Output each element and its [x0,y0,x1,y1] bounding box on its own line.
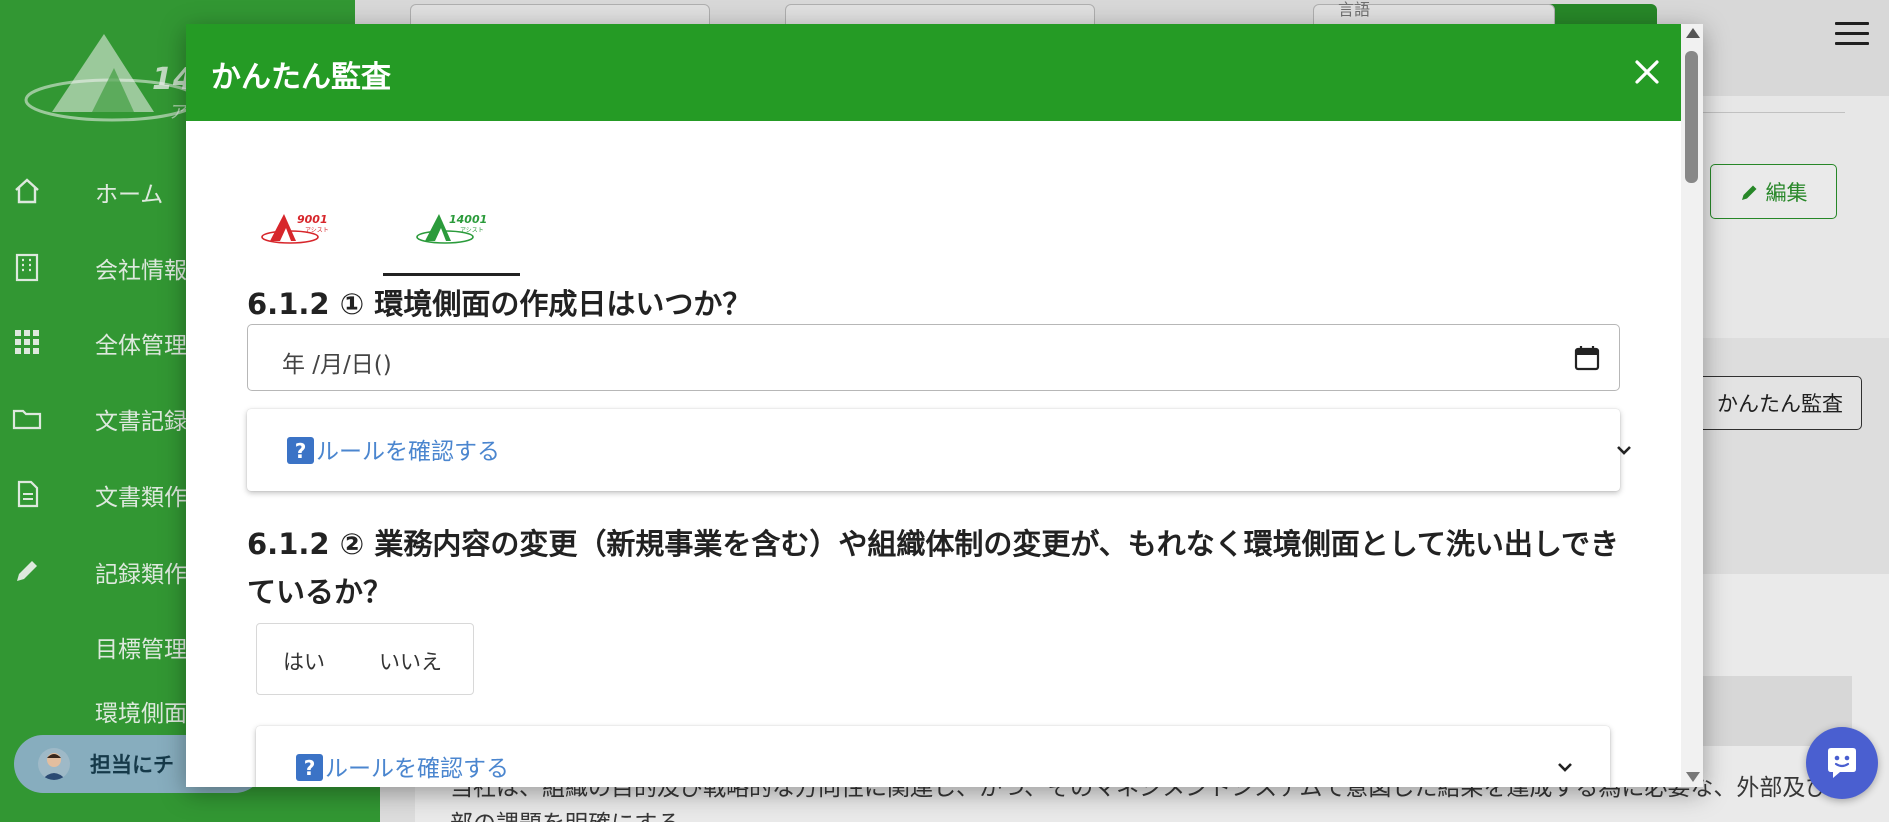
svg-text:アシスト: アシスト [305,227,329,234]
question-title: 6.1.2 ② 業務内容の変更（新規事業を含む）や組織体制の変更が、もれなく環境… [247,527,1619,609]
svg-text:アシスト: アシスト [460,227,484,234]
date-placeholder: 年 /月/日() [282,352,392,378]
yes-no-toggle: はい いいえ [256,623,474,695]
iso14001-logo-icon: 14001 アシスト [416,213,487,244]
svg-text:14001: 14001 [449,213,487,226]
calendar-icon[interactable] [1574,345,1600,371]
date-field[interactable]: 年 /月/日() [247,324,1620,391]
chevron-down-icon [1617,446,1631,455]
question-title: 6.1.2 ① 環境側面の作成日はいつか？ [247,287,752,321]
modal-header: かんたん監査 [186,24,1681,121]
rule-accordion[interactable]: ? ルールを確認する [247,409,1631,491]
scroll-down-arrow-icon[interactable] [1686,772,1700,782]
chevron-down-icon [1558,763,1572,772]
iso9001-logo-icon: 9001 アシスト [261,213,329,244]
modal-scrollbar[interactable] [1681,24,1703,787]
modal-title: かんたん監査 [211,60,391,95]
scroll-thumb[interactable] [1685,51,1698,183]
help-icon: ? [296,754,323,781]
easy-audit-modal: かんたん監査 9001 アシスト 14001 アシスト 6.1.2 ① 環境側面… [186,24,1703,787]
rule-accordion-label: ルールを確認する [316,439,500,465]
chatbot-button[interactable] [1806,727,1878,799]
svg-text:9001: 9001 [297,213,328,226]
close-icon[interactable] [1627,52,1667,92]
scroll-up-arrow-icon[interactable] [1686,28,1700,38]
rule-accordion-label: ルールを確認する [325,756,509,782]
choice-yes[interactable]: はい [283,646,325,676]
rule-accordion[interactable]: ? ルールを確認する [256,726,1610,787]
choice-no[interactable]: いいえ [379,646,442,676]
chatbot-icon [1828,748,1856,778]
tab-iso9001[interactable]: 9001 アシスト [228,194,365,276]
tab-iso14001[interactable]: 14001 アシスト [383,194,520,276]
help-icon: ? [287,437,314,464]
